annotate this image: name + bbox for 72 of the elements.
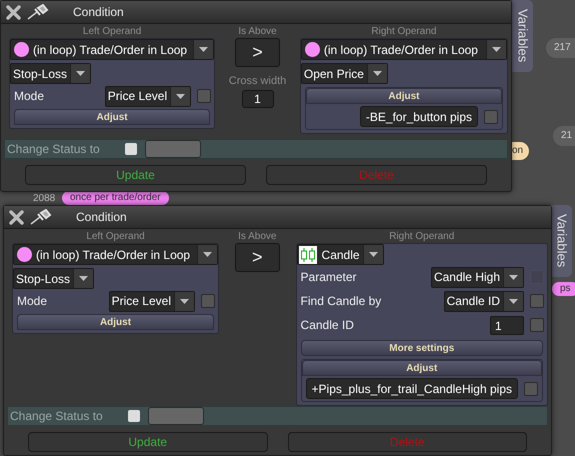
adjust-button[interactable]: Adjust [14,109,210,125]
field-label: Find Candle by [300,293,382,310]
caret-icon [368,252,378,257]
caret-icon [509,298,518,304]
pin-icon[interactable] [30,209,52,225]
dropdown[interactable]: Price Level [108,290,195,312]
checkbox[interactable] [524,382,538,396]
caret-icon [199,47,208,52]
side-tab[interactable]: Variables [512,0,533,72]
window-title: Condition [76,209,127,226]
node-label: 217 [546,38,575,58]
dropdown[interactable]: (in loop) Trade/Order in Loop [300,39,507,60]
checkbox[interactable] [128,410,140,422]
adjust-button[interactable]: Adjust [17,314,214,330]
checkbox[interactable] [201,294,215,308]
caret-icon [176,94,186,98]
caret-icon [180,298,189,304]
section-heading: Left Operand [82,26,142,38]
node-label: ps [552,282,575,296]
caret-icon [372,71,382,76]
input-field[interactable]: 1 [490,316,524,334]
side-tab[interactable]: Variables [551,205,572,277]
status-field[interactable] [148,407,204,425]
operator-button[interactable]: > [235,38,280,67]
checkbox[interactable] [530,294,544,308]
dropdown[interactable]: Stop-Loss [10,63,92,84]
dropdown[interactable]: (in loop) Trade/Order in Loop [13,244,218,265]
candlestick-icon [300,248,316,262]
checkbox[interactable] [197,89,212,103]
field-label: Mode [14,88,46,105]
close-icon[interactable] [6,4,21,20]
more-settings-button[interactable]: More settings [300,340,543,356]
caret-icon [509,274,518,280]
section-heading: Right Operand [370,26,438,38]
dropdown[interactable]: Stop-Loss [13,268,94,289]
checkbox[interactable] [484,110,498,124]
field-label: Cross width [228,74,286,89]
input-field[interactable]: 1 [242,90,274,108]
status-field[interactable] [145,140,201,158]
dropdown[interactable]: Open Price [300,63,388,84]
section-heading: Is Above [238,231,276,243]
adjust-button[interactable]: Adjust [306,88,502,104]
update-button[interactable]: Update [25,165,246,185]
field-label: Change Status to [10,408,104,425]
input-field[interactable]: -BE_for_button pips [360,106,478,127]
adjust-button[interactable]: Adjust [302,360,542,376]
window-title: Condition [73,4,124,21]
field-label: Candle ID [300,317,355,334]
dropdown[interactable]: Candle [296,244,384,265]
dropdown[interactable]: Candle ID [444,290,524,312]
pin-icon[interactable] [27,4,49,20]
section-heading: Right Operand [388,231,456,243]
checkbox[interactable] [530,318,544,332]
close-icon[interactable] [9,210,24,224]
caret-icon [79,276,88,281]
field-label: Parameter [300,269,358,286]
node-label: 21 [553,126,575,146]
caret-icon [492,47,501,52]
dropdown[interactable]: Price Level [104,86,192,106]
section-heading: Is Above [238,26,277,38]
input-field[interactable]: +Pips_plus_for_trail_CandleHigh pips [306,378,518,399]
node-label: once per trade/order [62,191,169,205]
field-label: Mode [17,293,48,310]
checkbox[interactable] [125,143,137,155]
operator-button[interactable]: > [234,243,280,272]
section-heading: Left Operand [85,231,146,243]
dropdown[interactable]: (in loop) Trade/Order in Loop [10,39,214,60]
update-button[interactable]: Update [28,432,268,452]
field-label: Change Status to [7,141,101,158]
caret-icon [76,71,86,76]
caret-icon [203,252,212,257]
node-number: 2088 [33,194,56,204]
